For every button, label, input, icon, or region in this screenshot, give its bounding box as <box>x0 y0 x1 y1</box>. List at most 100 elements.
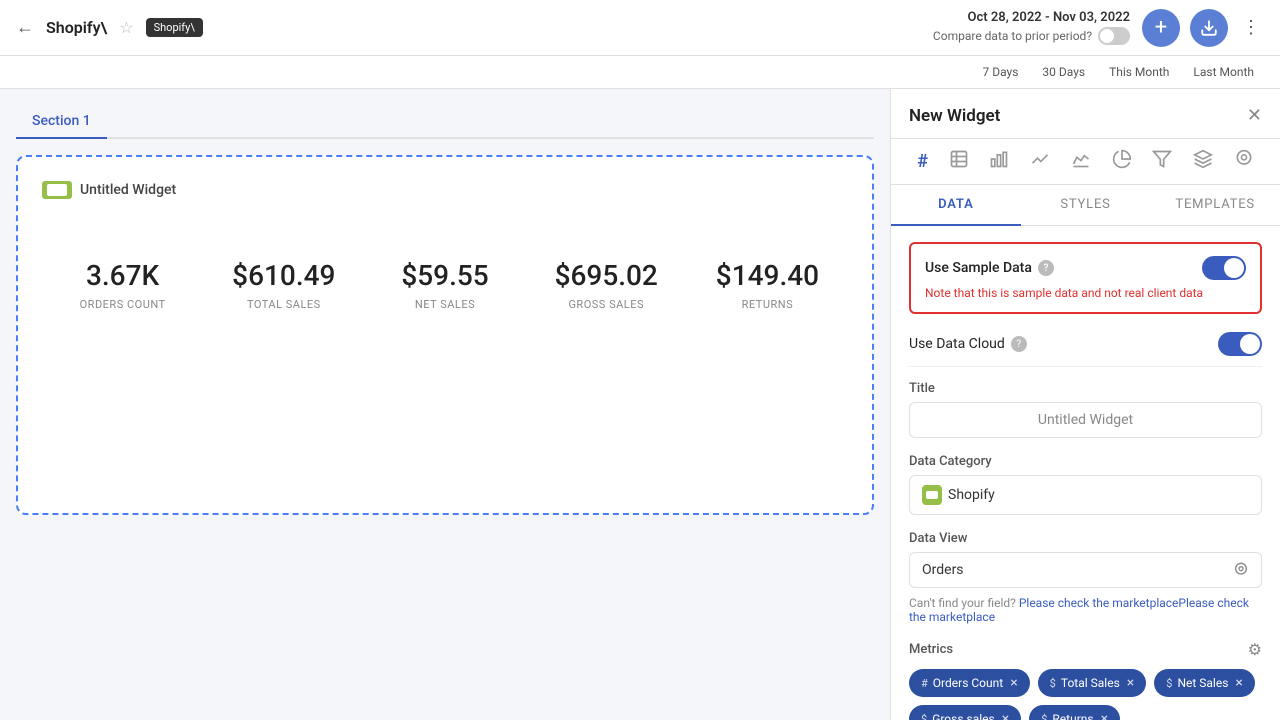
marketplace-text: Can't find your field? <box>909 596 1016 610</box>
tag-close-returns[interactable]: × <box>1101 711 1108 720</box>
right-panel: New Widget ✕ # <box>890 89 1280 720</box>
marketplace-link-row: Can't find your field? Please check the … <box>909 596 1262 624</box>
sample-data-info-icon[interactable]: ? <box>1038 260 1054 276</box>
shopify-tag-label: Shopify <box>948 487 995 503</box>
data-cloud-row: Use Data Cloud ? <box>909 322 1262 367</box>
shopify-logo-inner <box>47 184 67 196</box>
metric-label-total-sales: TOTAL SALES <box>203 298 364 311</box>
app-title: Shopify\ <box>46 18 107 37</box>
metric-gross-sales: $695.02 GROSS SALES <box>526 259 687 311</box>
tag-close-gross-sales[interactable]: × <box>1002 711 1009 720</box>
filter-this-month[interactable]: This Month <box>1099 62 1179 82</box>
compare-label: Compare data to prior period? <box>933 29 1092 43</box>
data-cloud-toggle[interactable] <box>1218 332 1262 356</box>
sample-data-note: Note that this is sample data and not re… <box>925 286 1246 300</box>
tag-close-net-sales[interactable]: × <box>1235 675 1242 691</box>
panel-title: New Widget <box>909 106 1000 126</box>
filter-7days[interactable]: 7 Days <box>973 62 1029 82</box>
metric-value-returns: $149.40 <box>687 259 848 292</box>
sample-data-box: Use Sample Data ? Note that this is samp… <box>909 242 1262 314</box>
title-field-input[interactable]: Untitled Widget <box>909 402 1262 438</box>
table-icon[interactable] <box>949 149 969 174</box>
tag-close-total-sales[interactable]: × <box>1127 675 1134 691</box>
gear-icon[interactable]: ⚙ <box>1248 640 1262 659</box>
sample-data-row: Use Sample Data ? <box>925 256 1246 280</box>
data-cloud-label: Use Data Cloud ? <box>909 336 1027 352</box>
filter-last-month[interactable]: Last Month <box>1183 62 1264 82</box>
metric-net-sales: $59.55 NET SALES <box>364 259 525 311</box>
section-tabs: Section 1 <box>16 105 874 139</box>
map-icon[interactable] <box>1234 149 1254 174</box>
topbar: ← Shopify\ ☆ Shopify\ Oct 28, 2022 - Nov… <box>0 0 1280 56</box>
download-button[interactable] <box>1190 9 1228 47</box>
shopify-dot-inner <box>926 491 938 499</box>
widget-header: Untitled Widget <box>42 181 848 199</box>
tag-close-orders[interactable]: × <box>1010 675 1017 691</box>
sample-data-toggle[interactable] <box>1202 256 1246 280</box>
metric-label-net-sales: NET SALES <box>364 298 525 311</box>
metric-tag-gross-sales: $ Gross sales × <box>909 705 1021 720</box>
hash-icon[interactable]: # <box>917 151 928 172</box>
tag-icon-orders: # <box>921 677 928 690</box>
sample-data-text: Use Sample Data <box>925 260 1032 276</box>
tag-label-gross-sales: Gross sales <box>932 712 995 720</box>
pie-chart-icon[interactable] <box>1112 149 1132 174</box>
add-button[interactable]: + <box>1142 9 1180 47</box>
metric-label-returns: RETURNS <box>687 298 848 311</box>
title-field-value: Untitled Widget <box>1038 412 1133 428</box>
section-tab-1[interactable]: Section 1 <box>16 105 107 139</box>
more-button[interactable]: ⋮ <box>1238 13 1264 42</box>
metrics-tags: # Orders Count × $ Total Sales × $ Net S… <box>909 669 1262 720</box>
star-icon[interactable]: ☆ <box>119 18 133 37</box>
metric-tag-net-sales: $ Net Sales × <box>1154 669 1255 697</box>
data-view-select[interactable]: Orders <box>909 552 1262 588</box>
data-cloud-info-icon[interactable]: ? <box>1011 336 1027 352</box>
metric-tag-orders-count: # Orders Count × <box>909 669 1030 697</box>
close-icon[interactable]: ✕ <box>1247 105 1262 126</box>
back-button[interactable]: ← <box>16 17 34 38</box>
line-chart-icon[interactable] <box>1030 149 1050 174</box>
metric-value-net-sales: $59.55 <box>364 259 525 292</box>
metric-label-gross-sales: GROSS SALES <box>526 298 687 311</box>
bar-chart-icon[interactable] <box>989 149 1009 174</box>
metrics-label: Metrics <box>909 642 953 657</box>
date-range: Oct 28, 2022 - Nov 03, 2022 Compare data… <box>933 10 1130 45</box>
panel-header: New Widget ✕ <box>891 89 1280 139</box>
compare-toggle[interactable] <box>1098 27 1130 45</box>
download-icon <box>1200 19 1218 37</box>
metrics-section: Metrics ⚙ # Orders Count × $ Total Sales… <box>909 640 1262 720</box>
title-field-group: Title Untitled Widget <box>909 381 1262 438</box>
left-panel: Section 1 Untitled Widget 3.67K ORDERS C… <box>0 89 890 720</box>
tag-icon-returns: $ <box>1041 713 1047 720</box>
widget-card: Untitled Widget 3.67K ORDERS COUNT $610.… <box>16 155 874 515</box>
metric-value-total-sales: $610.49 <box>203 259 364 292</box>
main-layout: Section 1 Untitled Widget 3.67K ORDERS C… <box>0 89 1280 720</box>
title-field-label: Title <box>909 381 1262 396</box>
tag-label-total-sales: Total Sales <box>1061 676 1120 690</box>
metric-returns: $149.40 RETURNS <box>687 259 848 311</box>
filter-30days[interactable]: 30 Days <box>1032 62 1095 82</box>
tab-templates[interactable]: TEMPLATES <box>1150 185 1280 226</box>
shopify-tooltip: Shopify\ <box>146 18 203 37</box>
filter-icon[interactable] <box>1152 149 1172 174</box>
tag-label-net-sales: Net Sales <box>1177 676 1228 690</box>
data-view-value: Orders <box>922 562 964 578</box>
data-category-select[interactable]: Shopify <box>909 475 1262 515</box>
widget-title: Untitled Widget <box>80 182 176 198</box>
tag-icon-net-sales: $ <box>1166 677 1172 690</box>
tab-data[interactable]: DATA <box>891 185 1021 226</box>
layers-icon[interactable] <box>1193 149 1213 174</box>
shopify-tag: Shopify <box>922 485 995 505</box>
shopify-logo <box>42 181 72 199</box>
data-view-label: Data View <box>909 531 1262 546</box>
tab-styles[interactable]: STYLES <box>1021 185 1151 226</box>
pin-icon <box>1233 562 1249 578</box>
panel-content: Use Sample Data ? Note that this is samp… <box>891 226 1280 720</box>
area-chart-icon[interactable] <box>1071 149 1091 174</box>
tag-label-returns: Returns <box>1052 712 1093 720</box>
data-category-group: Data Category Shopify <box>909 454 1262 515</box>
metric-value-gross-sales: $695.02 <box>526 259 687 292</box>
sample-data-label: Use Sample Data ? <box>925 260 1054 276</box>
panel-tabs: DATA STYLES TEMPLATES <box>891 185 1280 226</box>
metric-orders-count: 3.67K ORDERS COUNT <box>42 259 203 311</box>
